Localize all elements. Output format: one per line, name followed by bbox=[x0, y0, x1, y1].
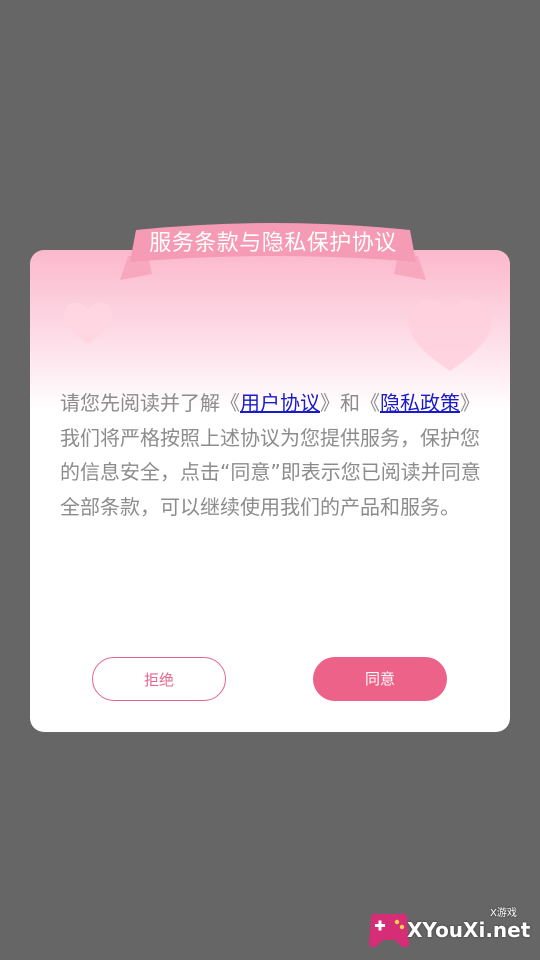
site-watermark: X游戏 XYouXi.net bbox=[365, 898, 535, 958]
gamepad-logo-icon bbox=[369, 913, 409, 948]
agree-button[interactable]: 同意 bbox=[313, 657, 447, 701]
watermark-text: XYouXi.net bbox=[407, 918, 531, 942]
reject-button[interactable]: 拒绝 bbox=[92, 657, 226, 701]
body-middle: 》和《 bbox=[320, 391, 380, 415]
dialog-title: 服务条款与隐私保护协议 bbox=[149, 231, 397, 256]
body-intro: 请您先阅读并了解《 bbox=[60, 391, 240, 415]
user-agreement-link[interactable]: 用户协议 bbox=[240, 391, 320, 415]
heart-right-icon bbox=[408, 299, 492, 371]
dialog-body-text: 请您先阅读并了解《用户协议》和《隐私政策》我们将严格按照上述协议为您提供服务，保… bbox=[60, 386, 484, 524]
watermark-small-text: X游戏 bbox=[490, 908, 517, 919]
heart-left-icon bbox=[63, 302, 113, 344]
dialog-title-ribbon: 服务条款与隐私保护协议 bbox=[118, 222, 428, 286]
privacy-policy-link[interactable]: 隐私政策 bbox=[380, 391, 460, 415]
